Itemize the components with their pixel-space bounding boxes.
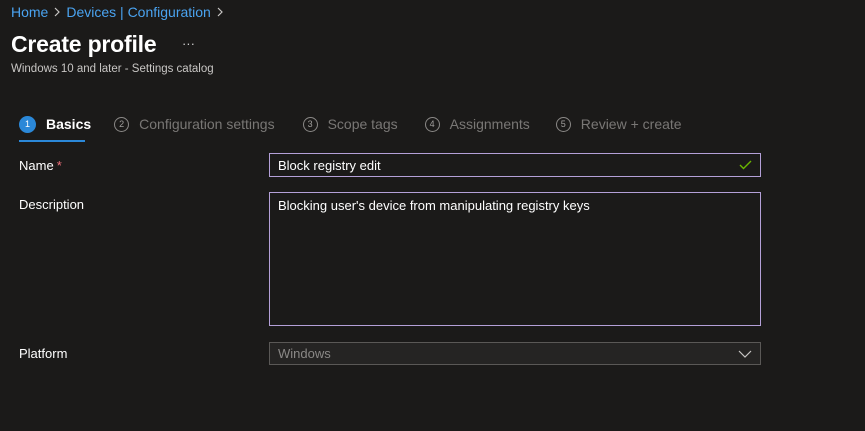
step-number: 3 [302,116,318,132]
step-number: 1 [19,115,36,133]
breadcrumb-home-link[interactable]: Home [11,4,48,20]
title-row: Create profile ··· [11,31,198,58]
breadcrumb-devices-configuration-link[interactable]: Devices | Configuration [66,4,210,20]
name-field-value: Block registry edit [278,157,381,173]
checkmark-icon [738,158,752,172]
page-subtitle: Windows 10 and later - Settings catalog [11,63,214,75]
name-label: Name * [19,158,62,173]
name-field[interactable]: Block registry edit [269,153,761,177]
chevron-right-icon [48,7,66,17]
step-label: Review + create [580,116,682,132]
wizard-steps: 1 Basics 2 Configuration settings 3 Scop… [19,114,682,142]
step-configuration-settings[interactable]: 2 Configuration settings [114,116,275,132]
step-number: 4 [424,116,440,132]
name-label-text: Name [19,158,54,173]
breadcrumb: Home Devices | Configuration [11,3,229,21]
step-review-create[interactable]: 5 Review + create [555,116,682,132]
step-label: Configuration settings [139,116,275,132]
step-assignments[interactable]: 4 Assignments [424,116,530,132]
step-number: 5 [555,116,571,132]
create-profile-page: Home Devices | Configuration Create prof… [0,0,865,431]
more-options-button[interactable]: ··· [178,34,198,54]
active-step-indicator [19,139,85,142]
chevron-down-icon [738,349,752,359]
step-label: Assignments [449,116,530,132]
description-field[interactable]: Blocking user's device from manipulating… [269,192,761,326]
platform-selected-value: Windows [278,346,331,361]
step-number: 2 [114,116,130,132]
step-scope-tags[interactable]: 3 Scope tags [302,116,398,132]
step-basics[interactable]: 1 Basics [19,115,92,142]
step-label: Basics [46,116,92,132]
step-label: Scope tags [327,116,398,132]
chevron-right-icon [211,7,229,17]
platform-label: Platform [19,346,68,361]
page-title: Create profile [11,31,157,57]
platform-dropdown[interactable]: Windows [269,342,761,365]
required-marker: * [56,158,62,173]
description-label: Description [19,197,85,212]
